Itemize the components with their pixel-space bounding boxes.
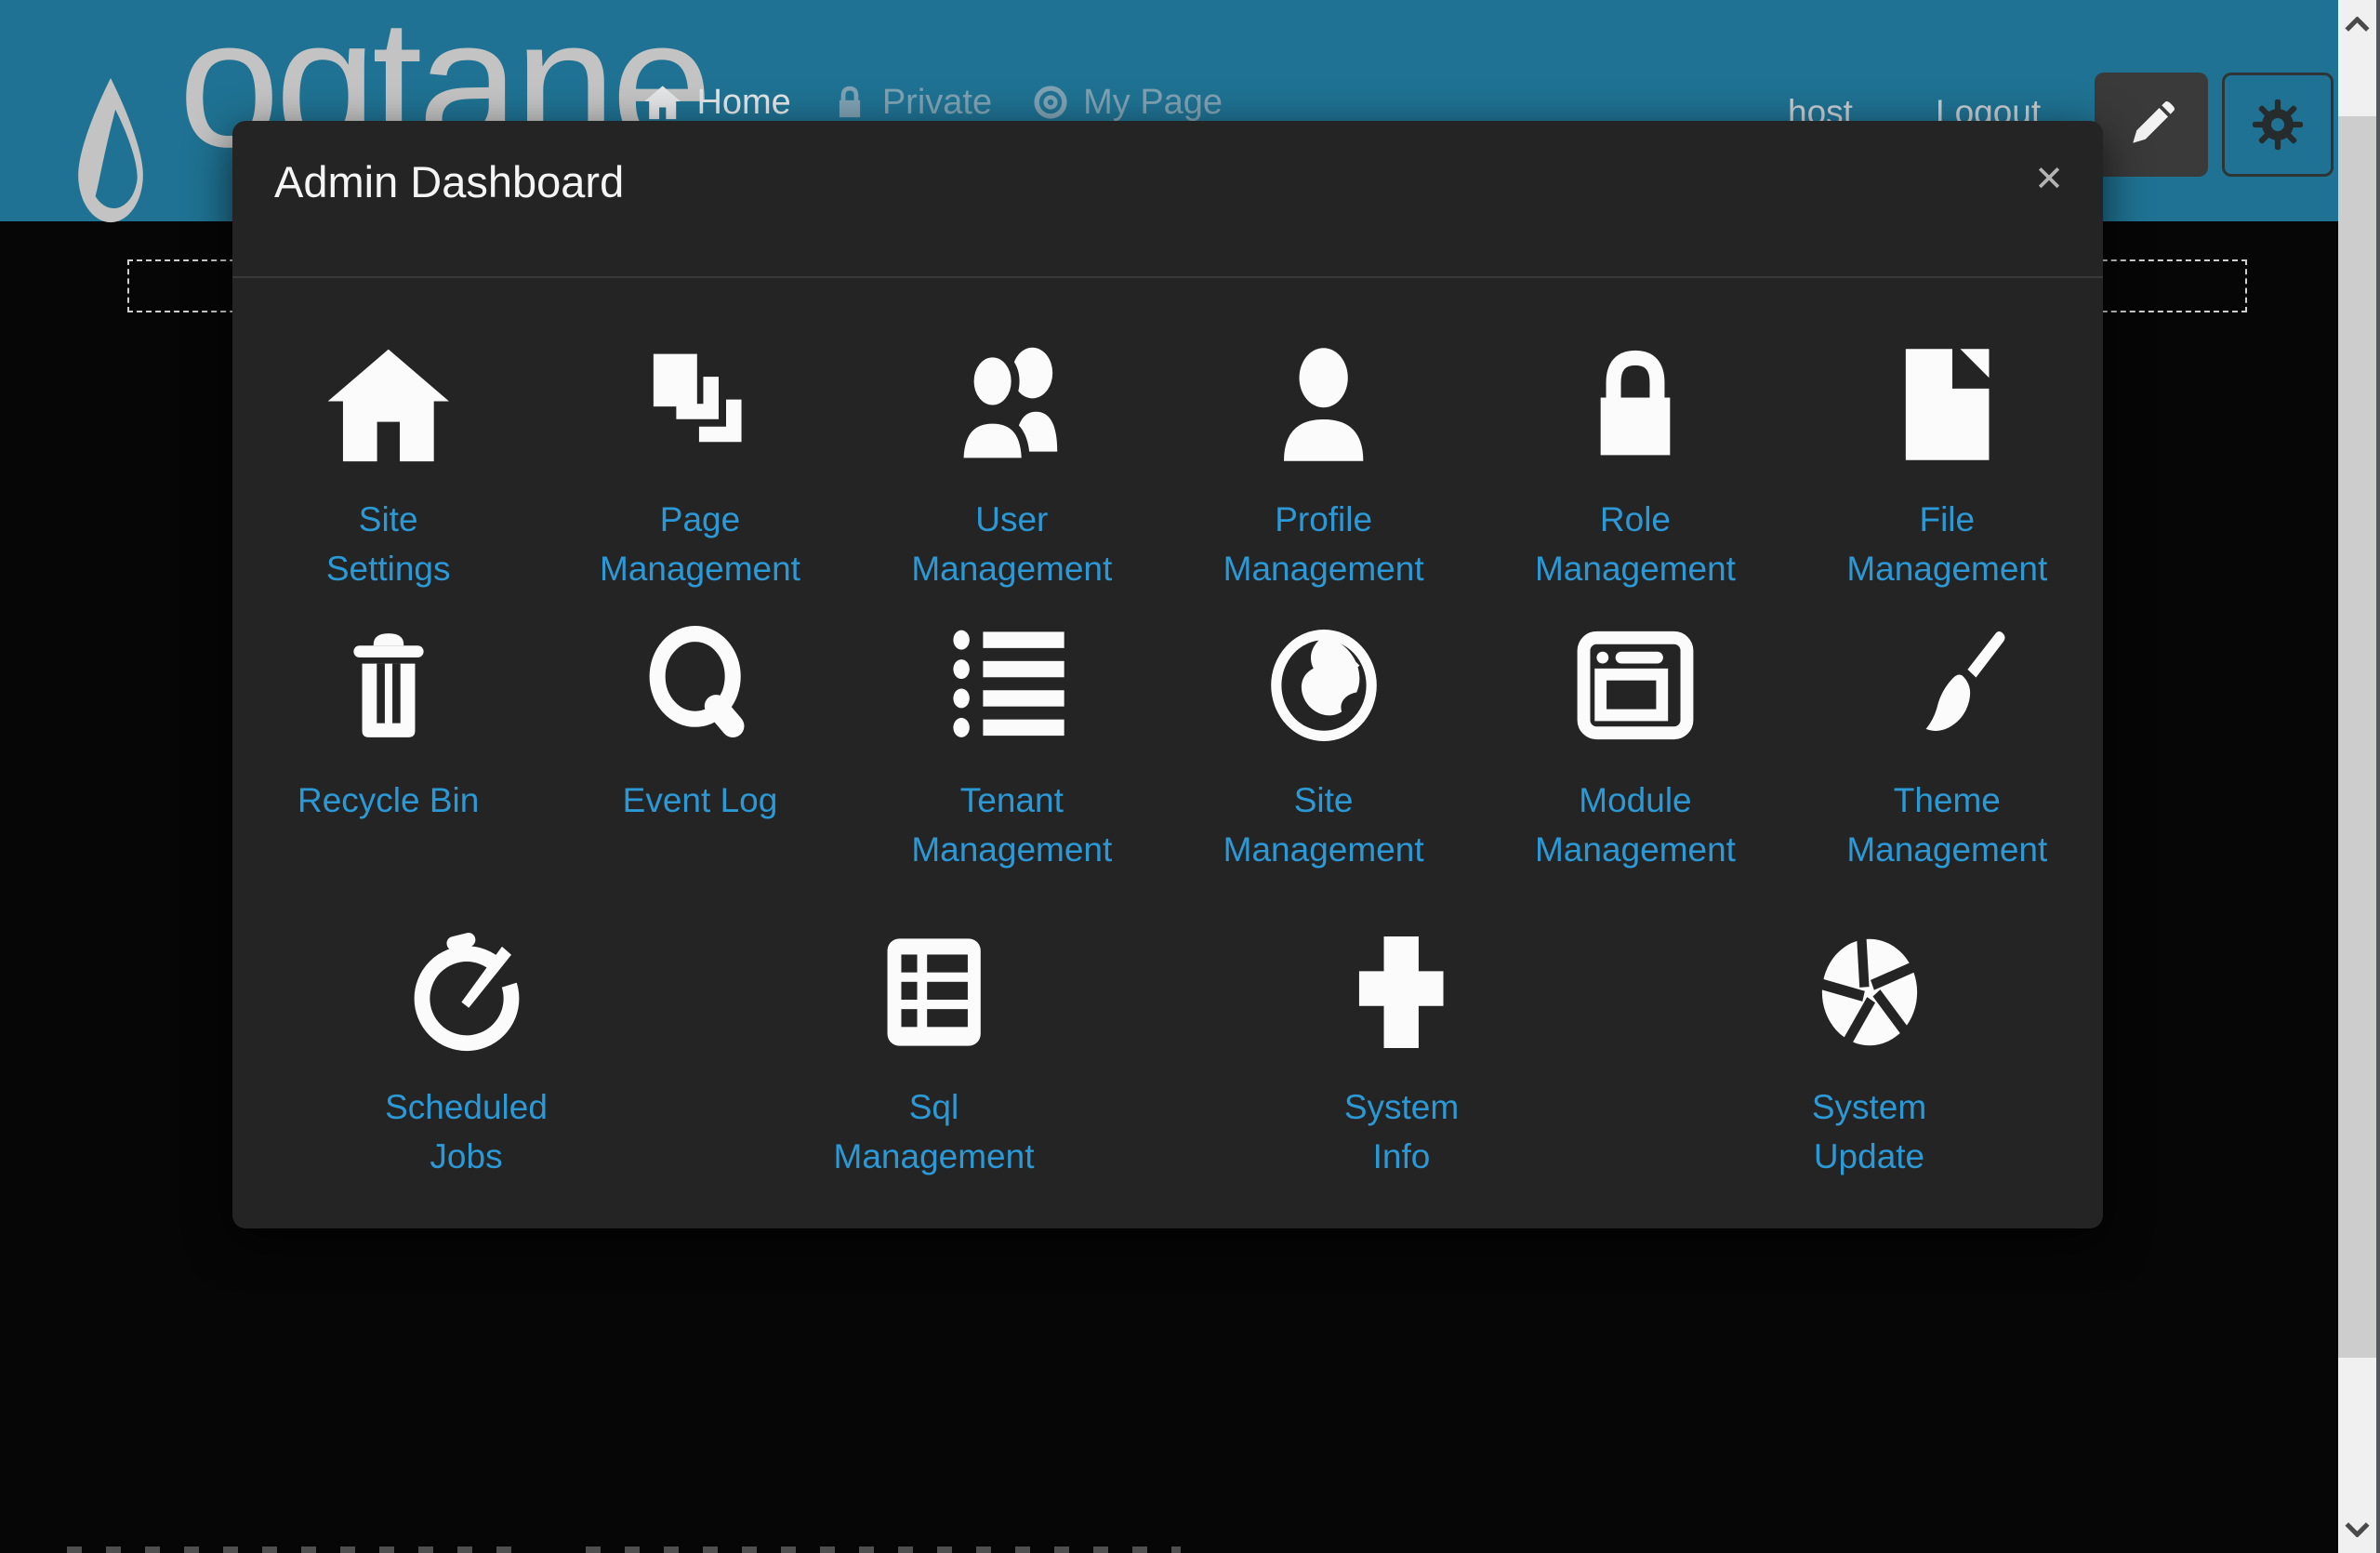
medical-cross-icon [1355, 933, 1447, 1052]
tile-label: SqlManagement [834, 1082, 1035, 1181]
people-icon [950, 345, 1075, 464]
settings-button[interactable] [2222, 73, 2334, 177]
app-window: oqtane HomePrivateMy Page host Logout Ad… [0, 0, 2380, 1553]
tile-icon-box [1269, 344, 1378, 465]
tile-icon-box [950, 344, 1075, 465]
tile-scheduled-jobs[interactable]: ScheduledJobs [232, 932, 700, 1181]
tile-label: UserManagement [911, 495, 1112, 593]
lock-icon [1576, 345, 1695, 464]
tile-system-info[interactable]: SystemInfo [1168, 932, 1635, 1181]
scrollbar-thumb[interactable] [2338, 116, 2376, 1358]
vertical-scrollbar[interactable] [2338, 0, 2376, 1553]
nav-item-private[interactable]: Private [832, 83, 992, 123]
tile-role-management[interactable]: RoleManagement [1479, 344, 1791, 593]
tile-icon-box [332, 625, 445, 746]
tile-label: SiteManagement [1223, 776, 1424, 874]
tile-profile-management[interactable]: ProfileManagement [1168, 344, 1479, 593]
tile-row: Recycle Bin Event Log TenantManagement Site… [232, 625, 2103, 874]
tile-icon-box [1815, 932, 1924, 1053]
tile-label: RoleManagement [1535, 495, 1736, 593]
paintbrush-icon [1887, 626, 2006, 745]
trash-icon [332, 629, 445, 742]
tile-label: ModuleManagement [1535, 776, 1736, 874]
tile-recycle-bin[interactable]: Recycle Bin [232, 625, 544, 874]
tile-icon-box [404, 932, 529, 1053]
edit-mode-button[interactable] [2095, 73, 2208, 177]
nav-item-my-page[interactable]: My Page [1033, 83, 1223, 123]
clipped-bottom-text [67, 1546, 513, 1553]
file-icon [1893, 345, 2002, 464]
tile-icon-box [641, 625, 760, 746]
tile-icon-box [1355, 932, 1447, 1053]
tile-row: ScheduledJobs SqlManagement SystemInfo Syst… [232, 932, 2103, 1181]
tile-label: TenantManagement [911, 776, 1112, 874]
tile-row: SiteSettings PageManagement UserManagement… [232, 344, 2103, 593]
tile-site-settings[interactable]: SiteSettings [232, 344, 544, 593]
tile-label: ThemeManagement [1846, 776, 2047, 874]
clipped-bottom-text [586, 1546, 1181, 1553]
tile-label: FileManagement [1846, 495, 2047, 593]
nav-item-home[interactable]: Home [643, 83, 791, 123]
tile-event-log[interactable]: Event Log [544, 625, 855, 874]
pages-icon [641, 345, 760, 464]
gear-icon [2251, 98, 2305, 152]
nav-item-label: Home [696, 83, 790, 123]
home-icon [324, 345, 454, 464]
tile-icon-box [947, 625, 1078, 746]
tile-label: Recycle Bin [298, 776, 479, 825]
tile-label: SiteSettings [326, 495, 451, 593]
tile-system-update[interactable]: SystemUpdate [1635, 932, 2103, 1181]
chevron-down-icon [2345, 1521, 2370, 1537]
tile-sql-management[interactable]: SqlManagement [700, 932, 1168, 1181]
tile-file-management[interactable]: FileManagement [1792, 344, 2103, 593]
admin-dashboard-modal: Admin Dashboard ✕ SiteSettings PageManage… [232, 121, 2103, 1228]
tile-tenant-management[interactable]: TenantManagement [856, 625, 1168, 874]
globe-icon [1264, 626, 1383, 745]
modal-title: Admin Dashboard [274, 156, 624, 207]
tile-label: SystemInfo [1344, 1082, 1459, 1181]
tile-icon-box [1887, 625, 2006, 746]
window-edge [2376, 0, 2380, 1553]
browser-icon [1576, 626, 1695, 745]
person-icon [1269, 345, 1378, 464]
tile-label: ScheduledJobs [385, 1082, 548, 1181]
aperture-icon [1815, 931, 1924, 1054]
tile-icon-box [1576, 344, 1695, 465]
modal-header-divider [232, 276, 2103, 278]
tile-label: PageManagement [600, 495, 800, 593]
tile-page-management[interactable]: PageManagement [544, 344, 855, 593]
tile-theme-management[interactable]: ThemeManagement [1792, 625, 2103, 874]
tile-icon-box [1264, 625, 1383, 746]
tile-site-management[interactable]: SiteManagement [1168, 625, 1479, 874]
home-icon [643, 85, 681, 120]
spreadsheet-icon [879, 933, 988, 1052]
scroll-up-button[interactable] [2338, 0, 2376, 48]
tile-label: Event Log [623, 776, 778, 825]
tile-user-management[interactable]: UserManagement [856, 344, 1168, 593]
tile-label: ProfileManagement [1223, 495, 1424, 593]
scroll-down-button[interactable] [2338, 1505, 2376, 1553]
tile-icon-box [879, 932, 988, 1053]
nav-item-label: Private [882, 83, 992, 123]
tile-icon-box [641, 344, 760, 465]
timer-icon [404, 930, 529, 1055]
pencil-icon [2126, 100, 2176, 150]
tile-module-management[interactable]: ModuleManagement [1479, 625, 1791, 874]
tile-icon-box [324, 344, 454, 465]
tile-icon-box [1893, 344, 2002, 465]
magnifier-icon [641, 626, 760, 745]
nav-item-label: My Page [1083, 83, 1223, 123]
chevron-up-icon [2345, 17, 2370, 33]
target-icon [1033, 85, 1068, 120]
lock-icon [832, 85, 867, 120]
list-icon [947, 626, 1078, 745]
tile-icon-box [1576, 625, 1695, 746]
tile-label: SystemUpdate [1812, 1082, 1926, 1181]
close-icon[interactable]: ✕ [2034, 162, 2064, 197]
logo-drop-icon [73, 78, 149, 225]
